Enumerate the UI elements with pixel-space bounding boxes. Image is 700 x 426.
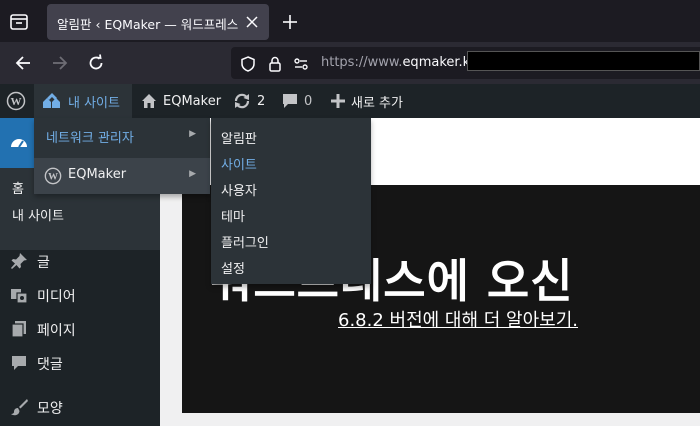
forward-arrow-icon[interactable] bbox=[50, 53, 70, 73]
screen: 알림판 ‹ EQMaker — 워드프레스 https://www.eqmake… bbox=[0, 0, 700, 426]
site-name-button[interactable]: EQMaker bbox=[141, 84, 221, 118]
sidebar-item-label: 댓글 bbox=[37, 357, 63, 373]
url-prefix: https://www. bbox=[321, 55, 403, 70]
submenu-item-plugins[interactable]: 플러그인 bbox=[221, 232, 269, 251]
sidebar-item-label: 모양 bbox=[37, 401, 63, 417]
sidebar-item-posts[interactable]: 글 bbox=[0, 246, 160, 276]
sidebar-submenu-home[interactable]: 홈 bbox=[12, 178, 24, 197]
my-sites-icon bbox=[43, 93, 60, 108]
wp-admin-bar: W 내 사이트 EQMaker 2 0 새로 추가 bbox=[0, 84, 700, 118]
chevron-right-icon: ▶ bbox=[189, 129, 196, 139]
wp-logo-button[interactable]: W bbox=[6, 84, 28, 118]
comment-bubble-icon bbox=[12, 356, 26, 370]
network-admin-label: 네트워크 관리자 bbox=[46, 131, 134, 146]
brush-icon bbox=[11, 399, 28, 416]
sidebar-item-media[interactable]: 미디어 bbox=[0, 280, 160, 310]
submenu-item-settings[interactable]: 설정 bbox=[221, 258, 245, 277]
url-domain: eqmaker.kr bbox=[402, 55, 476, 70]
updates-count: 2 bbox=[257, 93, 266, 109]
sidebar-item-label: 글 bbox=[37, 255, 50, 271]
plus-icon bbox=[331, 94, 345, 108]
pin-icon bbox=[11, 253, 27, 269]
svg-text:W: W bbox=[11, 96, 22, 108]
comments-button[interactable]: 0 bbox=[282, 84, 312, 118]
browser-tab-active[interactable]: 알림판 ‹ EQMaker — 워드프레스 bbox=[47, 4, 269, 40]
sidebar-item-comments[interactable]: 댓글 bbox=[0, 348, 160, 378]
sidebar-item-appearance[interactable]: 모양 bbox=[0, 392, 160, 422]
pages-icon bbox=[11, 321, 26, 338]
network-admin-submenu: 알림판 사이트 사용자 테마 플러그인 설정 bbox=[211, 118, 371, 284]
home-icon bbox=[142, 94, 156, 108]
wordpress-logo-icon: W bbox=[44, 167, 62, 185]
submenu-item-sites[interactable]: 사이트 bbox=[221, 154, 257, 173]
sidebar-item-label: 미디어 bbox=[37, 289, 76, 305]
lock-icon[interactable] bbox=[266, 55, 284, 73]
comments-count: 0 bbox=[304, 93, 313, 109]
permissions-icon[interactable] bbox=[292, 55, 310, 73]
site-name-label: EQMaker bbox=[163, 93, 222, 109]
new-content-label: 새로 추가 bbox=[351, 95, 403, 111]
media-icon bbox=[11, 289, 28, 304]
updates-icon bbox=[234, 93, 250, 109]
new-content-button[interactable]: 새로 추가 bbox=[331, 84, 403, 118]
updates-button[interactable]: 2 bbox=[233, 84, 265, 118]
sidebar-item-label: 페이지 bbox=[37, 323, 76, 339]
submenu-item-users[interactable]: 사용자 bbox=[221, 180, 257, 199]
my-sites-label: 내 사이트 bbox=[68, 95, 120, 111]
comment-bubble-icon bbox=[283, 94, 297, 108]
back-arrow-icon[interactable] bbox=[13, 53, 33, 73]
new-tab-icon[interactable] bbox=[280, 12, 300, 32]
version-link[interactable]: 6.8.2 버전에 대해 더 알아보기. bbox=[338, 306, 578, 332]
dashboard-gauge-icon bbox=[11, 139, 27, 148]
sidebar-submenu-my-sites[interactable]: 내 사이트 bbox=[12, 205, 64, 224]
url-bar[interactable]: https://www.eqmaker.kr bbox=[231, 47, 700, 79]
menu-item-site[interactable]: W EQMaker ▶ bbox=[34, 158, 210, 194]
svg-text:W: W bbox=[48, 172, 58, 183]
wordpress-logo-icon: W bbox=[6, 91, 26, 111]
chevron-right-icon: ▶ bbox=[189, 169, 196, 179]
close-icon[interactable] bbox=[243, 13, 261, 31]
my-sites-menu-button[interactable]: 내 사이트 bbox=[34, 84, 132, 118]
url-text[interactable]: https://www.eqmaker.kr bbox=[321, 55, 476, 70]
tab-title: 알림판 ‹ EQMaker — 워드프레스 bbox=[57, 17, 239, 32]
browser-nav-bar: https://www.eqmaker.kr bbox=[0, 42, 700, 84]
submenu-item-dashboard[interactable]: 알림판 bbox=[221, 128, 257, 147]
menu-item-network-admin[interactable]: 네트워크 관리자 ▶ bbox=[34, 118, 210, 154]
sidebar-item-pages[interactable]: 페이지 bbox=[0, 314, 160, 344]
redacted-region bbox=[467, 51, 700, 71]
browser-tab-strip: 알림판 ‹ EQMaker — 워드프레스 bbox=[0, 0, 700, 42]
reload-icon[interactable] bbox=[86, 53, 106, 73]
submenu-item-themes[interactable]: 테마 bbox=[221, 206, 245, 225]
shield-icon[interactable] bbox=[239, 55, 257, 73]
my-sites-dropdown: 네트워크 관리자 ▶ W EQMaker ▶ bbox=[34, 118, 210, 194]
site-label: EQMaker bbox=[68, 167, 127, 182]
tab-list-icon[interactable] bbox=[8, 11, 30, 33]
